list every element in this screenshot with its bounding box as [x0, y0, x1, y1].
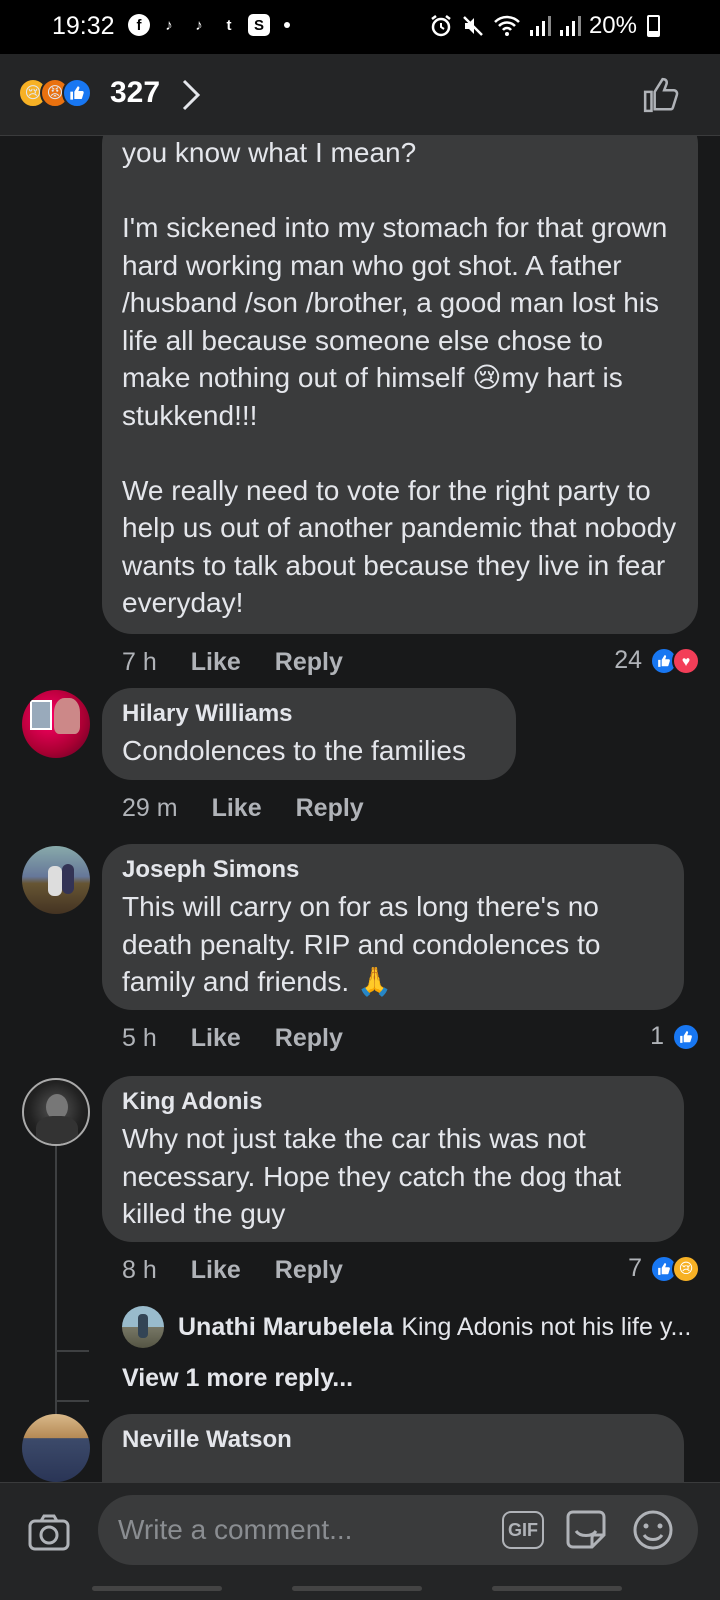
signal-icon-2 [559, 16, 581, 36]
battery-percent: 20% [588, 12, 637, 39]
comment-text: you know what I mean? I'm sickened into … [122, 137, 677, 618]
comment-time: 5 h [122, 1024, 157, 1052]
comment-time: 7 h [122, 648, 157, 676]
signal-icon [529, 16, 551, 36]
comment-text: Why not just take the car this was not n… [122, 1123, 629, 1229]
comment-actions: 29 m Like Reply [122, 794, 364, 823]
comment-time: 8 h [122, 1256, 157, 1284]
thread-branch [55, 1400, 89, 1402]
comment-input[interactable] [118, 1495, 478, 1565]
comment-author[interactable]: Neville Watson [122, 1426, 664, 1454]
reaction-count[interactable]: 327 [110, 76, 160, 110]
status-app-icons: f ♪ ♪ t S [128, 14, 290, 36]
avatar[interactable] [122, 1306, 164, 1348]
like-button[interactable]: Like [191, 648, 241, 677]
comments-list[interactable]: you know what I mean? I'm sickened into … [0, 136, 720, 1482]
reaction-count: 1 [650, 1022, 664, 1050]
s-app-notification-icon: S [248, 14, 270, 36]
comment-bubble[interactable]: Joseph Simons This will carry on for as … [102, 844, 684, 1010]
comment-bubble[interactable]: you know what I mean? I'm sickened into … [102, 136, 698, 634]
avatar[interactable] [22, 1078, 90, 1146]
reply-author[interactable]: Unathi Marubelela [178, 1313, 393, 1342]
comment-actions: 7 h Like Reply [122, 648, 343, 677]
comment-reactions[interactable]: 24 ♥ [614, 646, 700, 675]
reply-text: King Adonis not his life y... [401, 1312, 692, 1341]
comment-reactions[interactable]: 1 [650, 1022, 700, 1051]
status-time: 19:32 [52, 12, 115, 40]
reactions-header[interactable]: 😢 😡 327 [0, 54, 720, 136]
reply-button[interactable]: Reply [296, 794, 364, 823]
alarm-icon [431, 15, 451, 37]
comment-actions: 8 h Like Reply [122, 1256, 343, 1285]
like-icon [62, 78, 92, 108]
reply-button[interactable]: Reply [275, 648, 343, 677]
reaction-icons: 😢 😡 [18, 78, 92, 108]
comment-bubble[interactable]: Neville Watson [102, 1414, 684, 1482]
love-icon: ♥ [672, 646, 700, 675]
reply-preview[interactable]: Unathi Marubelela King Adonis not his li… [122, 1306, 691, 1348]
comment-text: This will carry on for as long there's n… [122, 891, 609, 997]
nav-gesture-bar [92, 1586, 222, 1591]
nav-gesture-bar [292, 1586, 422, 1591]
thread-branch [55, 1350, 89, 1352]
reply-button[interactable]: Reply [275, 1024, 343, 1053]
tiktok-notification-icon: ♪ [165, 16, 173, 34]
nav-gesture-bar [492, 1586, 622, 1591]
like-icon [672, 1022, 700, 1051]
reaction-count: 24 [614, 646, 642, 674]
status-bar: 19:32 f ♪ ♪ t S 20% [0, 0, 720, 54]
comment-composer: GIF [0, 1482, 720, 1600]
battery-icon [647, 15, 660, 37]
avatar[interactable] [22, 690, 90, 758]
reaction-count: 7 [628, 1254, 642, 1282]
comment-author[interactable]: Hilary Williams [122, 700, 496, 728]
comment-text: Condolences to the families [122, 735, 466, 766]
status-right: 20% [429, 12, 660, 40]
wifi-icon [494, 15, 520, 36]
like-button[interactable]: Like [191, 1024, 241, 1053]
tiktok-notification-icon-2: ♪ [195, 16, 203, 34]
camera-icon[interactable] [28, 1513, 70, 1551]
view-more-replies-link[interactable]: View 1 more reply... [122, 1364, 353, 1393]
emoji-icon[interactable] [632, 1509, 674, 1551]
comment-bubble[interactable]: Hilary Williams Condolences to the famil… [102, 688, 516, 780]
comment-author[interactable]: King Adonis [122, 1088, 664, 1116]
gif-button[interactable]: GIF [502, 1511, 544, 1549]
twitter-notification-icon: t [226, 16, 232, 34]
chevron-right-icon[interactable] [180, 78, 202, 112]
like-button-icon[interactable] [642, 76, 680, 114]
sad-face-icon: 😢 [672, 1254, 700, 1283]
facebook-notification-icon: f [128, 14, 150, 36]
comment-time: 29 m [122, 794, 178, 822]
comment-bubble[interactable]: King Adonis Why not just take the car th… [102, 1076, 684, 1242]
mute-icon [463, 16, 483, 36]
reply-button[interactable]: Reply [275, 1256, 343, 1285]
avatar[interactable] [22, 846, 90, 914]
comment-actions: 5 h Like Reply [122, 1024, 343, 1053]
avatar[interactable] [22, 1414, 90, 1482]
like-button[interactable]: Like [191, 1256, 241, 1285]
comment-reactions[interactable]: 7 😢 [628, 1254, 700, 1283]
thread-line [55, 1146, 57, 1456]
sticker-icon[interactable] [564, 1509, 608, 1551]
more-notifications-dot-icon [284, 22, 290, 28]
like-button[interactable]: Like [212, 794, 262, 823]
comment-input-container[interactable]: GIF [98, 1495, 698, 1565]
comment-author[interactable]: Joseph Simons [122, 856, 664, 884]
